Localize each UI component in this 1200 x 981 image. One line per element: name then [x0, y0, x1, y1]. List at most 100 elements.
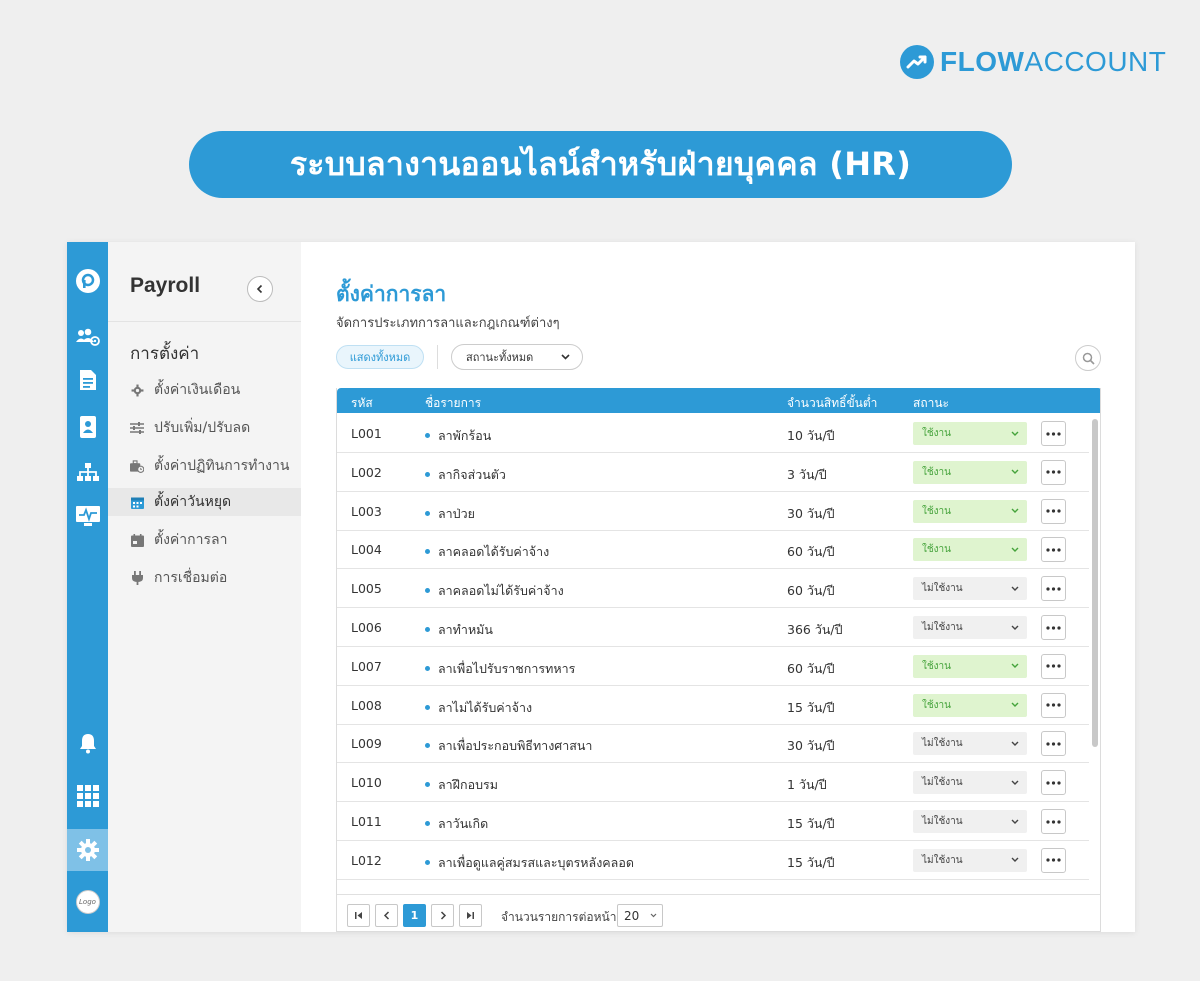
- status-select[interactable]: ใช้งาน: [913, 538, 1027, 562]
- last-page-icon: [467, 912, 474, 919]
- status-filter-value: สถานะทั้งหมด: [466, 351, 534, 364]
- row-more-button[interactable]: [1041, 653, 1066, 679]
- status-select[interactable]: ใช้งาน: [913, 499, 1027, 523]
- id-card-icon[interactable]: [67, 408, 108, 446]
- leave-name-text: ลาไม่ได้รับค่าจ้าง: [438, 699, 533, 715]
- leave-name: ลาทำหมัน: [425, 620, 493, 640]
- leave-name-text: ลาทำหมัน: [438, 622, 493, 637]
- table-row[interactable]: L010 ลาฝึกอบรม 1 วัน/ปี ไม่ใช้งาน: [337, 763, 1089, 803]
- status-select[interactable]: ไม่ใช้งาน: [913, 577, 1027, 601]
- status-select[interactable]: ใช้งาน: [913, 422, 1027, 445]
- status-select-value: ไม่ใช้งาน: [922, 583, 963, 595]
- row-more-button[interactable]: [1041, 576, 1066, 602]
- chevron-down-icon: [561, 354, 570, 360]
- pagination-bar: 1 จำนวนรายการต่อหน้า 20: [337, 894, 1100, 931]
- last-page-button[interactable]: [459, 904, 482, 927]
- table-row[interactable]: L012 ลาเพื่อดูแลคู่สมรสและบุตรหลังคลอด 15 …: [337, 841, 1089, 880]
- row-more-button[interactable]: [1041, 809, 1066, 834]
- apps-grid-icon[interactable]: [67, 777, 108, 815]
- employees-icon[interactable]: [67, 318, 108, 356]
- sidebar-item-label: ตั้งค่าเงินเดือน: [154, 382, 241, 398]
- first-page-button[interactable]: [347, 904, 370, 927]
- row-more-button[interactable]: [1041, 847, 1066, 873]
- app-logo-icon[interactable]: [67, 262, 108, 300]
- table-row[interactable]: L001 ลาพักร้อน 10 วัน/ปี ใช้งาน: [337, 414, 1089, 453]
- table-row[interactable]: L008 ลาไม่ได้รับค่าจ้าง 15 วัน/ปี ใช้งาน: [337, 686, 1089, 725]
- table-row[interactable]: L011 ลาวันเกิด 15 วัน/ปี ไม่ใช้งาน: [337, 802, 1089, 841]
- table-scrollbar-thumb[interactable]: [1092, 419, 1098, 747]
- status-select[interactable]: ไม่ใช้งาน: [913, 732, 1027, 756]
- status-select[interactable]: ไม่ใช้งาน: [913, 848, 1027, 872]
- more-horizontal-icon: [1046, 431, 1061, 436]
- chevron-down-icon: [1011, 741, 1019, 746]
- chevron-down-icon: [1011, 469, 1019, 475]
- briefcase-clock-icon: [130, 459, 144, 473]
- row-more-button[interactable]: [1041, 731, 1066, 757]
- search-button[interactable]: [1075, 345, 1101, 371]
- flowaccount-logo: FLOWACCOUNT: [900, 44, 1166, 80]
- prev-page-button[interactable]: [375, 904, 398, 927]
- table-row[interactable]: L004 ลาคลอดได้รับค่าจ้าง 60 วัน/ปี ใช้งาน: [337, 530, 1089, 570]
- status-select[interactable]: ไม่ใช้งาน: [913, 810, 1027, 833]
- leave-code: L010: [351, 775, 382, 791]
- first-page-icon: [355, 912, 362, 919]
- filter-show-all-button[interactable]: แสดงทั้งหมด: [336, 345, 424, 369]
- status-select-value: ไม่ใช้งาน: [922, 622, 963, 633]
- sidebar-item-integrations[interactable]: การเชื่อมต่อ: [108, 564, 301, 592]
- leave-code: L006: [351, 620, 382, 635]
- status-filter-dropdown[interactable]: สถานะทั้งหมด: [451, 344, 583, 370]
- leave-name: ลาป่วย: [425, 504, 475, 524]
- sidebar-item-holiday-settings[interactable]: ตั้งค่าวันหยุด: [108, 488, 301, 516]
- main-content: ตั้งค่าการลา จัดการประเภทการลาและกฎเกณฑ์…: [301, 242, 1135, 932]
- collapse-sidebar-button[interactable]: [247, 276, 273, 302]
- row-more-button[interactable]: [1041, 615, 1066, 640]
- status-select[interactable]: ไม่ใช้งาน: [913, 771, 1027, 795]
- row-more-button[interactable]: [1041, 421, 1066, 446]
- table-row[interactable]: L005 ลาคลอดไม่ได้รับค่าจ้าง 60 วัน/ปี ไม่ใช…: [337, 569, 1089, 609]
- page-number-current[interactable]: 1: [403, 904, 426, 927]
- table-row[interactable]: L007 ลาเพื่อไปรับราชการทหาร 60 วัน/ปี ใช้งา…: [337, 647, 1089, 686]
- status-select[interactable]: ใช้งาน: [913, 654, 1027, 678]
- table-row[interactable]: L009 ลาเพื่อประกอบพิธีทางศาสนา 30 วัน/ปี ไม…: [337, 724, 1089, 764]
- status-select[interactable]: ไม่ใช้งาน: [913, 616, 1027, 639]
- chevron-down-icon: [1011, 547, 1019, 552]
- icon-rail: Logo: [67, 242, 108, 932]
- page-title: ตั้งค่าการลา: [336, 282, 447, 306]
- status-select[interactable]: ใช้งาน: [913, 693, 1027, 717]
- sidebar-item-work-calendar[interactable]: ตั้งค่าปฏิทินการทำงาน: [108, 452, 301, 480]
- sidebar-item-salary-settings[interactable]: ตั้งค่าเงินเดือน: [108, 376, 301, 404]
- sidebar-item-adjustments[interactable]: ปรับเพิ่ม/ปรับลด: [108, 414, 301, 442]
- row-more-button[interactable]: [1041, 770, 1066, 796]
- company-logo-icon[interactable]: Logo: [67, 883, 108, 921]
- row-more-button[interactable]: [1041, 537, 1066, 563]
- row-more-button[interactable]: [1041, 498, 1066, 524]
- per-page-select[interactable]: 20: [617, 904, 663, 927]
- leave-code: L008: [351, 697, 382, 713]
- monitor-icon[interactable]: [67, 497, 108, 535]
- leave-min-days: 30 วัน/ปี: [787, 738, 835, 754]
- sidebar-item-label: ปรับเพิ่ม/ปรับลด: [154, 420, 251, 436]
- table-row[interactable]: L002 ลากิจส่วนตัว 3 วัน/ปี ใช้งาน: [337, 453, 1089, 492]
- row-more-button[interactable]: [1041, 692, 1066, 718]
- table-scrollbar[interactable]: [1090, 413, 1100, 893]
- row-more-button[interactable]: [1041, 459, 1066, 485]
- org-chart-icon[interactable]: [67, 453, 108, 491]
- leave-code: L009: [351, 736, 382, 752]
- chevron-right-icon: [440, 911, 446, 920]
- status-select[interactable]: ใช้งาน: [913, 460, 1027, 484]
- leave-name-text: ลาฝึกอบรม: [438, 777, 498, 793]
- more-horizontal-icon: [1046, 587, 1061, 591]
- leave-name: ลาเพื่อประกอบพิธีทางศาสนา: [425, 736, 592, 756]
- sidebar-item-leave-settings[interactable]: ตั้งค่าการลา: [108, 526, 301, 554]
- status-select-value: ไม่ใช้งาน: [922, 854, 963, 866]
- chevron-down-icon: [1011, 857, 1019, 863]
- table-row[interactable]: L006 ลาทำหมัน 366 วัน/ปี ไม่ใช้งาน: [337, 608, 1089, 647]
- next-page-button[interactable]: [431, 904, 454, 927]
- table-row[interactable]: L003 ลาป่วย 30 วัน/ปี ใช้งาน: [337, 492, 1089, 531]
- gear-icon[interactable]: [67, 829, 108, 871]
- leave-min-days: 10 วัน/ปี: [787, 428, 835, 443]
- leave-min-days: 1 วัน/ปี: [787, 777, 827, 793]
- document-icon[interactable]: [67, 361, 108, 399]
- bell-icon[interactable]: [67, 724, 108, 762]
- leave-name: ลาคลอดได้รับค่าจ้าง: [425, 542, 549, 562]
